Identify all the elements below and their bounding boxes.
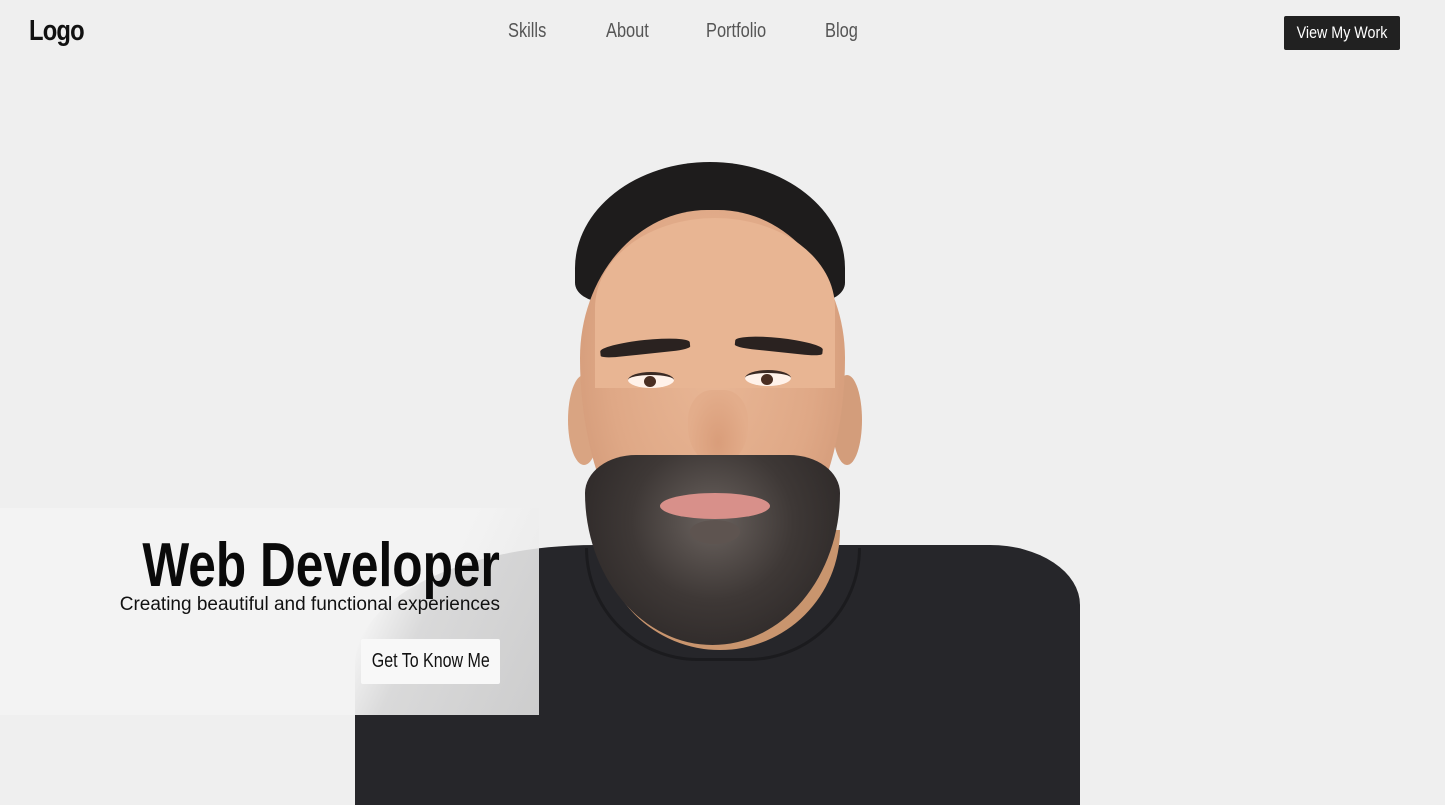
site-header: Logo Skills About Portfolio Blog View My… [0, 0, 1445, 70]
nav-item-skills[interactable]: Skills [508, 20, 546, 43]
nav-item-portfolio[interactable]: Portfolio [706, 20, 766, 43]
nav-item-about[interactable]: About [606, 20, 649, 43]
portrait-forehead [595, 218, 835, 388]
portrait-nose [688, 390, 748, 465]
hero-card: Web Developer Creating beautiful and fun… [0, 508, 539, 715]
portrait-eye-right [745, 370, 791, 386]
view-my-work-label: View My Work [1296, 23, 1388, 42]
get-to-know-me-label: Get To Know Me [371, 650, 490, 672]
view-my-work-button[interactable]: View My Work [1284, 16, 1400, 50]
portrait-eye-left [628, 372, 674, 388]
get-to-know-me-button[interactable]: Get To Know Me [361, 639, 500, 684]
main-nav: Skills About Portfolio Blog [0, 20, 1445, 50]
portrait-mouth [660, 493, 770, 519]
hero-subtitle: Creating beautiful and functional experi… [119, 594, 500, 615]
hero-title: Web Developer [142, 531, 500, 600]
nav-item-blog[interactable]: Blog [825, 20, 858, 43]
portrait-chin [690, 520, 740, 544]
